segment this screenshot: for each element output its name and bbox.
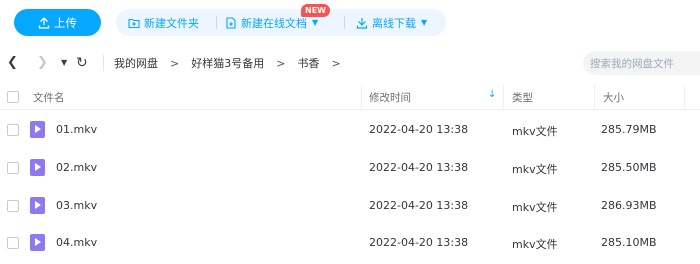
offline-download-button[interactable]: 离线下载 ▼ xyxy=(356,9,427,36)
toolbar-divider xyxy=(216,16,217,29)
file-modified: 2022-04-20 13:38 xyxy=(369,161,469,174)
caret-down-icon: ▼ xyxy=(421,18,428,27)
file-name[interactable]: 03.mkv xyxy=(56,199,97,212)
column-divider[interactable] xyxy=(503,84,504,110)
sort-descending-icon[interactable]: ↓ xyxy=(488,89,496,100)
toolbar-actions: 新建文件夹 新建在线文档 ▼ 离线下载 ▼ xyxy=(116,9,446,36)
toolbar: 上传 新建文件夹 新建在线文档 ▼ 离线下载 ▼ NEW xyxy=(0,0,700,46)
folder-plus-icon xyxy=(128,18,140,28)
file-name[interactable]: 04.mkv xyxy=(56,236,97,249)
video-file-icon xyxy=(30,121,45,138)
file-type: mkv文件 xyxy=(512,163,558,176)
nav-divider xyxy=(103,55,104,71)
history-dropdown-icon[interactable]: ▼ xyxy=(61,54,67,72)
document-plus-icon xyxy=(226,16,236,29)
table-row[interactable]: 01.mkv 2022-04-20 13:38 mkv文件 285.79MB xyxy=(0,111,700,149)
row-checkbox[interactable] xyxy=(7,237,19,249)
caret-down-icon: ▼ xyxy=(312,18,319,27)
table-row[interactable]: 02.mkv 2022-04-20 13:38 mkv文件 285.50MB xyxy=(0,149,700,187)
video-file-icon xyxy=(30,234,45,251)
column-divider[interactable] xyxy=(361,84,362,110)
upload-label: 上传 xyxy=(54,15,77,30)
toolbar-divider xyxy=(344,16,345,29)
table-row[interactable]: 04.mkv 2022-04-20 13:38 mkv文件 285.10MB xyxy=(0,224,700,262)
file-name[interactable]: 02.mkv xyxy=(56,161,97,174)
download-icon xyxy=(356,17,368,29)
file-modified: 2022-04-20 13:38 xyxy=(369,199,469,212)
breadcrumb: 我的网盘 > 好样猫3号备用 > 书香 > xyxy=(114,55,353,71)
row-checkbox[interactable] xyxy=(7,200,19,212)
new-folder-label: 新建文件夹 xyxy=(144,16,199,30)
table-row[interactable]: 03.mkv 2022-04-20 13:38 mkv文件 286.93MB xyxy=(0,187,700,225)
file-type: mkv文件 xyxy=(512,238,558,251)
offline-download-label: 离线下载 xyxy=(372,16,416,30)
file-modified: 2022-04-20 13:38 xyxy=(369,236,469,249)
file-type: mkv文件 xyxy=(512,201,558,214)
column-header-modified[interactable]: 修改时间 xyxy=(369,90,411,105)
upload-icon xyxy=(38,17,50,29)
chevron-right-icon: > xyxy=(170,56,180,70)
chevron-right-icon: > xyxy=(331,56,341,70)
row-checkbox[interactable] xyxy=(7,162,19,174)
refresh-icon[interactable]: ↻ xyxy=(76,54,88,72)
chevron-right-icon: > xyxy=(276,56,286,70)
search-placeholder: 搜索我的网盘文件 xyxy=(590,58,674,70)
new-online-doc-label: 新建在线文档 xyxy=(241,16,307,30)
file-type: mkv文件 xyxy=(512,125,558,138)
upload-button[interactable]: 上传 xyxy=(14,9,101,36)
breadcrumb-item-current[interactable]: 书香 xyxy=(297,55,319,71)
select-all-checkbox[interactable] xyxy=(7,91,19,103)
video-file-icon xyxy=(30,159,45,176)
file-size: 285.10MB xyxy=(601,236,657,249)
file-modified: 2022-04-20 13:38 xyxy=(369,123,469,136)
column-header-size[interactable]: 大小 xyxy=(603,90,624,105)
column-header-type[interactable]: 类型 xyxy=(512,90,533,105)
file-size: 285.50MB xyxy=(601,161,657,174)
breadcrumb-item-root[interactable]: 我的网盘 xyxy=(114,55,158,71)
column-divider[interactable] xyxy=(684,84,685,110)
row-checkbox[interactable] xyxy=(7,124,19,136)
file-size: 286.93MB xyxy=(601,199,657,212)
file-name[interactable]: 01.mkv xyxy=(56,123,97,136)
file-size: 285.79MB xyxy=(601,123,657,136)
column-header-name[interactable]: 文件名 xyxy=(33,90,65,105)
search-input[interactable]: 搜索我的网盘文件 xyxy=(583,51,700,75)
column-divider[interactable] xyxy=(594,84,595,110)
new-folder-button[interactable]: 新建文件夹 xyxy=(128,9,199,36)
back-icon[interactable]: ❮ xyxy=(7,54,18,72)
forward-icon[interactable]: ❯ xyxy=(37,54,48,72)
breadcrumb-item-folder[interactable]: 好样猫3号备用 xyxy=(191,55,264,71)
table-header: 文件名 修改时间 ↓ 类型 大小 xyxy=(0,84,700,110)
new-badge: NEW xyxy=(301,4,330,17)
video-file-icon xyxy=(30,197,45,214)
